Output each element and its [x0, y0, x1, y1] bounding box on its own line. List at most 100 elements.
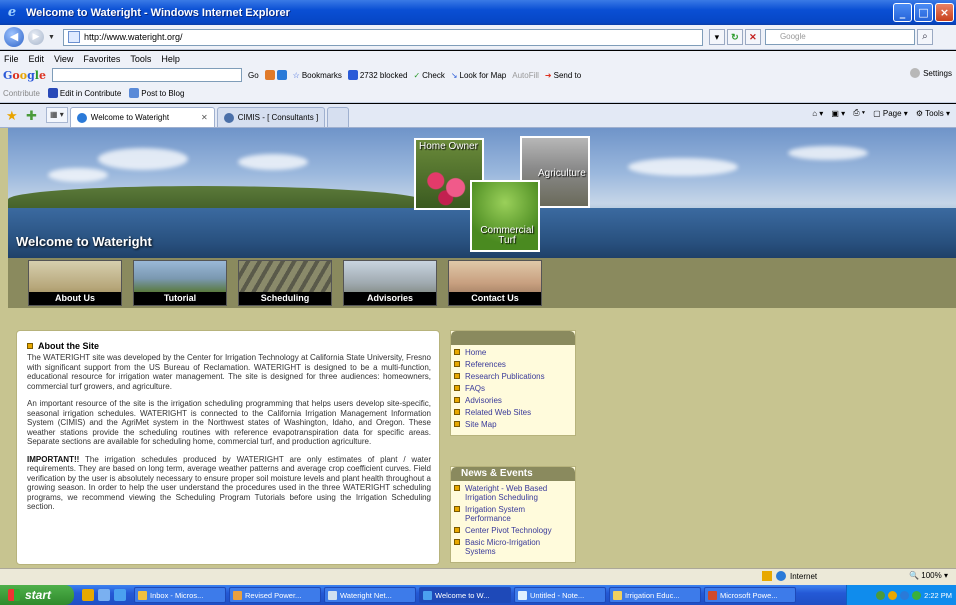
nav-tutorial[interactable]: Tutorial	[133, 260, 227, 306]
check-icon: ✓	[413, 70, 421, 80]
taskbar-item[interactable]: Microsoft Powe...	[704, 587, 796, 603]
search-icon[interactable]: ⌕	[916, 29, 933, 45]
quick-launch-icon[interactable]	[114, 589, 126, 601]
tab-cimis-consultants[interactable]: CIMIS - [ Consultants ]	[216, 107, 326, 127]
ie-icon	[423, 590, 432, 600]
task-label: Untitled - Note...	[530, 590, 585, 600]
nav-contact-us[interactable]: Contact Us	[448, 260, 542, 306]
menu-file[interactable]: File	[4, 54, 19, 64]
send-icon: ➜	[544, 70, 552, 80]
menu-tools[interactable]: Tools	[130, 54, 151, 64]
feeds-icon[interactable]: ▣ ▾	[831, 109, 845, 118]
send-to-button[interactable]: ➜ Send to	[545, 71, 581, 80]
window-icon	[328, 590, 337, 600]
taskbar-item[interactable]: Irrigation Educ...	[609, 587, 701, 603]
task-label: Inbox - Micros...	[150, 590, 204, 600]
nav-advisories[interactable]: Advisories	[343, 260, 437, 306]
new-tab-button[interactable]	[327, 107, 350, 127]
link-advisories[interactable]: Advisories	[454, 396, 572, 405]
nav-advisories-label: Advisories	[344, 292, 436, 305]
task-label: Microsoft Powe...	[720, 590, 778, 600]
google-settings-button[interactable]: Settings	[910, 68, 952, 78]
maximize-button[interactable]: □	[914, 3, 933, 22]
search-input[interactable]: Google	[764, 29, 915, 45]
google-toolbar: Google Go ☆ Bookmarks 2732 blocked ✓ Check…	[0, 66, 956, 84]
document-icon	[233, 590, 242, 600]
favorites-star-icon[interactable]: ★	[6, 109, 20, 123]
forward-button[interactable]: ▶	[28, 29, 44, 45]
tray-icon[interactable]	[912, 590, 922, 600]
link-related-web-sites[interactable]: Related Web Sites	[454, 408, 572, 417]
tray-icon[interactable]	[900, 590, 910, 600]
start-label: start	[25, 588, 52, 602]
page-menu[interactable]: ▢ Page ▾	[873, 109, 908, 118]
news-item[interactable]: Center Pivot Technology	[454, 526, 572, 535]
taskbar-item[interactable]: Wateright Net...	[324, 587, 416, 603]
link-faqs[interactable]: FAQs	[454, 384, 572, 393]
main-nav: About Us Tutorial Scheduling Advisories …	[8, 258, 956, 308]
bookmarks-button[interactable]: ☆ Bookmarks	[293, 71, 342, 80]
tools-menu[interactable]: ⚙ Tools ▾	[916, 109, 950, 118]
print-icon[interactable]: ⎙ ▾	[853, 108, 865, 118]
refresh-icon[interactable]: ↻	[726, 29, 743, 45]
popup-blocker-icon	[347, 70, 358, 80]
menu-help[interactable]: Help	[161, 54, 180, 64]
taskbar-item[interactable]: Untitled - Note...	[514, 587, 606, 603]
menu-favorites[interactable]: Favorites	[83, 54, 120, 64]
status-bar: Internet 🔍 100% ▾	[0, 568, 956, 585]
autofill-button[interactable]: AutoFill	[512, 71, 539, 80]
taskbar-item[interactable]: Revised Power...	[229, 587, 321, 603]
zoom-control[interactable]: 🔍 100% ▾	[909, 571, 948, 580]
close-tab-icon[interactable]: ✕	[201, 113, 208, 122]
commercial-turf-photo[interactable]: Commercial Turf	[470, 180, 540, 252]
news-item[interactable]: Wateright - Web Based Irrigation Schedul…	[454, 484, 572, 502]
taskbar-item[interactable]: Inbox - Micros...	[134, 587, 226, 603]
spellcheck-button[interactable]: ✓ Check	[413, 71, 444, 80]
pagerank-icon	[264, 70, 275, 80]
google-search-input[interactable]	[51, 68, 242, 82]
link-home[interactable]: Home	[454, 348, 572, 357]
back-button[interactable]: ◀	[4, 27, 24, 47]
home-icon[interactable]: ⌂ ▾	[812, 109, 823, 118]
menu-edit[interactable]: Edit	[29, 54, 45, 64]
minimize-button[interactable]: _	[893, 3, 912, 22]
quick-tabs-button[interactable]: ▦ ▾	[46, 107, 68, 123]
news-item[interactable]: Irrigation System Performance	[454, 505, 572, 523]
tray-icon[interactable]	[876, 590, 886, 600]
menu-view[interactable]: View	[54, 54, 73, 64]
post-to-blog-button[interactable]: Post to Blog	[129, 88, 184, 98]
link-site-map[interactable]: Site Map	[454, 420, 572, 429]
go-label: Go	[247, 70, 259, 80]
bullet-icon	[454, 397, 460, 403]
tray-icon[interactable]	[888, 590, 898, 600]
post-to-blog-label: Post to Blog	[141, 88, 185, 98]
link-research-publications[interactable]: Research Publications	[454, 372, 572, 381]
close-button[interactable]: ×	[935, 3, 954, 22]
news-item[interactable]: Basic Micro-Irrigation Systems	[454, 538, 572, 556]
stop-icon[interactable]: ✕	[744, 29, 761, 45]
links-box-header	[451, 331, 575, 345]
start-button[interactable]: start	[0, 585, 74, 605]
taskbar-item[interactable]: Welcome to W...	[419, 587, 511, 603]
window-title-bar[interactable]: e Welcome to Wateright - Windows Interne…	[0, 0, 956, 25]
header-banner: Welcome to Wateright Home Owner Agricult…	[8, 128, 956, 258]
nav-about-us[interactable]: About Us	[28, 260, 122, 306]
tab-welcome-to-wateright[interactable]: Welcome to Wateright ✕	[69, 107, 215, 127]
edit-in-contribute-button[interactable]: Edit in Contribute	[47, 88, 121, 98]
google-go-button[interactable]: Go	[248, 71, 259, 80]
quick-launch-icon[interactable]	[98, 589, 110, 601]
popup-blocker-button[interactable]: 2732 blocked	[347, 70, 407, 80]
contribute-label[interactable]: Contribute	[3, 89, 40, 98]
clock: 2:22 PM	[924, 590, 952, 600]
security-zone[interactable]: Internet	[762, 571, 817, 581]
look-for-map-button[interactable]: ↘ Look for Map	[451, 71, 506, 80]
address-dropdown[interactable]: ▾	[708, 29, 725, 45]
link-references[interactable]: References	[454, 360, 572, 369]
address-input[interactable]: http://www.wateright.org/	[62, 28, 703, 46]
history-dropdown[interactable]: ▼	[48, 34, 55, 41]
add-favorite-icon[interactable]: ✚	[26, 109, 40, 123]
google-toolbar-icons[interactable]	[264, 70, 287, 80]
nav-scheduling[interactable]: Scheduling	[238, 260, 332, 306]
quick-launch-icon[interactable]	[82, 589, 94, 601]
web-page: Welcome to Wateright Home Owner Agricult…	[0, 128, 956, 568]
